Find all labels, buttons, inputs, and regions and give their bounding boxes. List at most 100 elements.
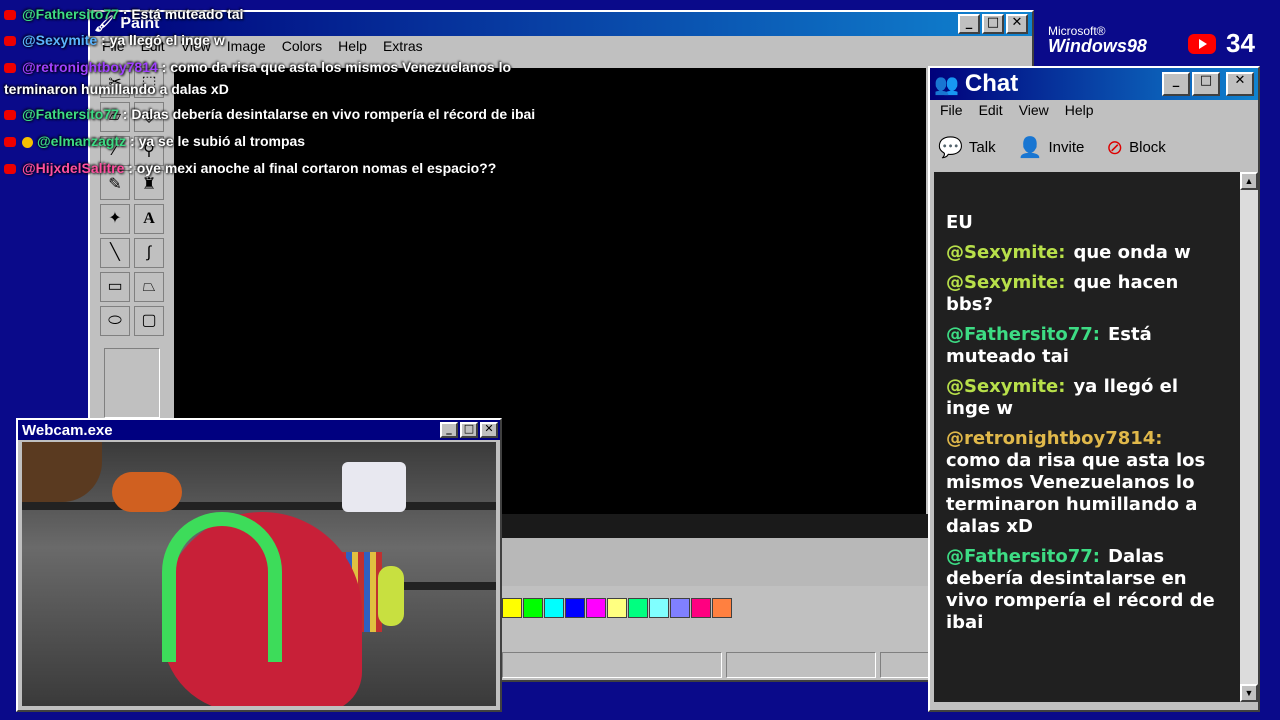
chat-message-text: EU <box>946 212 973 233</box>
close-button[interactable]: ✕ <box>480 422 498 438</box>
scroll-down-icon[interactable]: ▼ <box>1240 684 1258 702</box>
color-swatch[interactable] <box>691 598 711 618</box>
rounded-rect-icon[interactable]: ▢ <box>134 306 164 336</box>
webcam-window: Webcam.exe _ □ ✕ <box>16 418 502 712</box>
menu-colors[interactable]: Colors <box>274 36 330 60</box>
chat-messages-pane[interactable]: EU @Sexymite: que onda w @Sexymite: que ha… <box>934 172 1240 702</box>
block-button[interactable]: ⊘ Block <box>1106 135 1165 160</box>
minimize-button[interactable]: _ <box>958 14 980 34</box>
chat-scrollbar[interactable]: ▲ ▼ <box>1240 172 1258 702</box>
invite-icon: 👤 <box>1017 136 1043 159</box>
block-icon: ⊘ <box>1106 136 1124 159</box>
windows98-logo: Microsoft® Windows98 <box>1048 24 1147 56</box>
chat-toolbar: 💬 Talk 👤 Invite ⊘ Block <box>930 124 1258 170</box>
paint-toolbox: ✂ ⬚ ▱ ◈ ⁄ ⚲ ✎ ♜ ✦ A ╲ ∫ ▭ ⏢ ⬭ ▢ <box>98 68 170 428</box>
youtube-icon <box>4 36 16 47</box>
invite-label: Invite <box>1048 138 1085 156</box>
tool-options[interactable] <box>104 348 160 418</box>
overlay-text: : ya llegó el inge w <box>101 32 225 48</box>
overlay-user: @Fathersito77 <box>22 6 119 22</box>
overlay-user: @retronightboy7814 <box>22 59 158 75</box>
invite-button[interactable]: 👤 Invite <box>1018 135 1085 160</box>
chat-menubar: File Edit View Help <box>930 100 1258 124</box>
talk-label: Talk <box>968 138 996 156</box>
color-swatch[interactable] <box>712 598 732 618</box>
chat-message-user: @Fathersito77: <box>946 546 1100 567</box>
overlay-line: @Fathersito77 : Está muteado tai <box>0 6 243 22</box>
color-swatch[interactable] <box>586 598 606 618</box>
overlay-line: @HijxdelSalitre : oye mexi anoche al fin… <box>0 160 496 176</box>
talk-button[interactable]: 💬 Talk <box>938 135 996 160</box>
youtube-icon <box>4 63 16 74</box>
airbrush-icon[interactable]: ✦ <box>100 204 130 234</box>
color-swatch[interactable] <box>607 598 627 618</box>
color-swatch[interactable] <box>670 598 690 618</box>
viewer-count: 34 <box>1226 28 1255 58</box>
color-swatch[interactable] <box>565 598 585 618</box>
curve-icon[interactable]: ∫ <box>134 238 164 268</box>
overlay-user: @Sexymite <box>22 32 98 48</box>
youtube-icon <box>4 110 16 121</box>
close-button[interactable]: ✕ <box>1006 14 1028 34</box>
paint-title: Paint <box>120 15 160 32</box>
webcam-feed <box>22 442 496 706</box>
color-swatch[interactable] <box>502 598 522 618</box>
overlay-line: @Fathersito77 : Dalas debería desintalar… <box>0 106 535 122</box>
orange-figure <box>112 472 182 512</box>
chat-message-text: que onda w <box>1073 242 1191 263</box>
overlay-text: : oye mexi anoche al final cortaron noma… <box>128 160 497 176</box>
youtube-icon <box>4 10 16 21</box>
webcam-title: Webcam.exe <box>22 421 113 439</box>
menu-extras[interactable]: Extras <box>375 36 431 60</box>
talk-icon: 💬 <box>938 136 963 159</box>
status-pane <box>502 652 722 678</box>
maximize-button[interactable]: □ <box>982 14 1004 34</box>
chat-message-text: como da risa que asta los mismos Venezue… <box>946 450 1206 537</box>
overlay-text: : ya se le subió al trompas <box>130 133 306 149</box>
yellow-figure <box>378 566 404 626</box>
chat-message: EU <box>946 212 1228 234</box>
line-icon[interactable]: ╲ <box>100 238 130 268</box>
chat-message: @Fathersito77: Está muteado tai <box>946 324 1228 368</box>
maximize-button[interactable]: □ <box>1192 72 1220 96</box>
color-swatch[interactable] <box>523 598 543 618</box>
ellipse-icon[interactable]: ⬭ <box>100 306 130 336</box>
menu-help[interactable]: Help <box>1057 100 1102 124</box>
chat-message: @Sexymite: que onda w <box>946 242 1228 264</box>
menu-image[interactable]: Image <box>219 36 274 60</box>
color-swatch[interactable] <box>628 598 648 618</box>
chat-message-user: @Sexymite: <box>946 272 1066 293</box>
overlay-text: : Dalas debería desintalarse en vivo rom… <box>122 106 536 122</box>
chat-message: @Sexymite: que hacen bbs? <box>946 272 1228 316</box>
windows98-text: Windows98 <box>1048 36 1147 56</box>
rectangle-icon[interactable]: ▭ <box>100 272 130 302</box>
color-swatch[interactable] <box>544 598 564 618</box>
menu-file[interactable]: File <box>932 100 971 124</box>
menu-help[interactable]: Help <box>330 36 375 60</box>
webcam-titlebar[interactable]: Webcam.exe _ □ ✕ <box>18 420 500 440</box>
chat-titlebar[interactable]: 👥 Chat _ □ ✕ <box>930 68 1258 100</box>
youtube-icon <box>4 137 16 148</box>
polygon-icon[interactable]: ⏢ <box>134 272 164 302</box>
chat-message: @Sexymite: ya llegó el inge w <box>946 376 1228 420</box>
chat-message-user: @retronightboy7814: <box>946 428 1163 449</box>
scroll-up-icon[interactable]: ▲ <box>1240 172 1258 190</box>
color-palette <box>502 598 733 618</box>
paint-menubar: File Edit View Image Colors Help Extras <box>90 36 1032 60</box>
chat-message: @Fathersito77: Dalas debería desintalarse… <box>946 546 1228 634</box>
minimize-button[interactable]: _ <box>1162 72 1190 96</box>
status-pane <box>726 652 876 678</box>
youtube-icon <box>4 164 16 175</box>
overlay-user: @elmanzagtz <box>37 133 127 149</box>
overlay-text: terminaron humillando a dalas xD <box>4 81 229 97</box>
maximize-button[interactable]: □ <box>460 422 478 438</box>
minimize-button[interactable]: _ <box>440 422 458 438</box>
menu-edit[interactable]: Edit <box>971 100 1011 124</box>
menu-view[interactable]: View <box>1011 100 1057 124</box>
chat-title: Chat <box>964 70 1019 97</box>
color-swatch[interactable] <box>649 598 669 618</box>
close-button[interactable]: ✕ <box>1226 72 1254 96</box>
chat-message-user: @Sexymite: <box>946 376 1066 397</box>
text-tool-icon[interactable]: A <box>134 204 164 234</box>
overlay-line: @retronightboy7814 : como da risa que as… <box>0 59 511 75</box>
